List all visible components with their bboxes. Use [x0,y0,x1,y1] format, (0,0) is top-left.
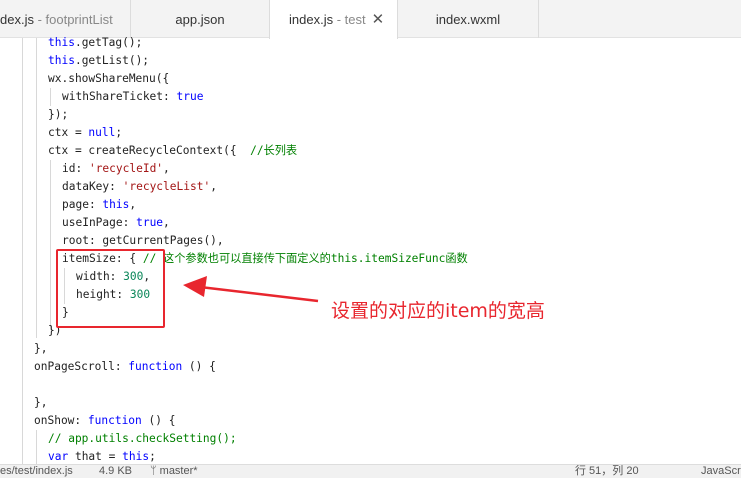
status-bar: es/test/index.js 4.9 KB ᛘ master* 行 51，列… [0,464,741,478]
arrow-head [183,276,207,297]
status-cursor-position[interactable]: 行 51，列 20 [575,465,639,478]
status-file-path[interactable]: es/test/index.js [0,465,73,478]
annotation-text: 设置的对应的item的宽高 [331,300,545,322]
status-git-branch[interactable]: ᛘ master* [150,465,198,478]
status-file-size: 4.9 KB [99,465,133,477]
annotation-arrow-icon [183,276,319,303]
arrow-shaft [199,285,319,303]
status-language[interactable]: JavaScr [701,465,741,478]
